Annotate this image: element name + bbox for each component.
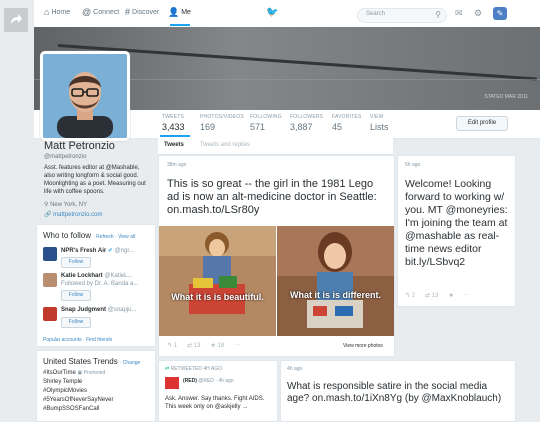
search-input[interactable]: Search ⚲ (357, 8, 447, 23)
suggestion-name[interactable]: Snap Judgment @snapju... (61, 307, 136, 313)
change-trends-link[interactable]: · Change (120, 360, 141, 366)
stat-lists[interactable]: VIEW Lists (370, 114, 389, 132)
tweet-card[interactable]: 5h ago Welcome! Looking forward to worki… (397, 155, 516, 307)
stat-following[interactable]: FOLLOWING 571 (250, 114, 282, 132)
profile-bio: Asst. features editor at @Mashable, also… (44, 165, 146, 195)
lego-ad-photo (159, 226, 276, 336)
retweeted-header: ⇄ RETWEETED 4H AGO (165, 366, 222, 372)
retweet-icon[interactable]: ⇄ 13 (425, 292, 438, 299)
who-to-follow-title: Who to follow · Refresh · View all (43, 231, 136, 240)
nav-discover[interactable]: # Discover (125, 8, 159, 17)
follow-button[interactable]: Follow (61, 317, 91, 328)
tweet-photo-right[interactable]: What it is is different. (277, 226, 394, 336)
person-icon: 👤 (168, 7, 180, 17)
top-nav: ⌂ Home @ Connect # Discover 👤 Me (34, 0, 540, 28)
search-icon[interactable]: ⚲ (435, 10, 441, 19)
compose-tweet-button[interactable]: ✎ (493, 7, 507, 20)
tweet-actions: ↰ 1 ⇄ 13 ★ 18 ··· (167, 342, 240, 349)
suggestion-name[interactable]: Katie Lockhart @KatieL... (61, 273, 132, 279)
tweet-text: Welcome! Looking forward to working w/ y… (405, 178, 508, 268)
suggestion-avatar[interactable] (43, 273, 57, 287)
suggestion-context: Followed by Dr. A. Banda a... (61, 281, 139, 287)
tweet-timestamp[interactable]: 38m ago (167, 162, 186, 168)
trend-item[interactable]: Shirley Temple (43, 379, 82, 385)
suggestion-name[interactable]: NPR's Fresh Air ✔ @ngr... (61, 247, 134, 254)
more-icon[interactable]: ··· (464, 292, 470, 299)
suggestion-item: Snap Judgment @snapju... Follow (43, 307, 151, 333)
suggestion-item: NPR's Fresh Air ✔ @ngr... Follow (43, 247, 151, 273)
trend-item[interactable]: #ItsOurTime ▣ Promoted (43, 370, 105, 376)
suggestion-item: Katie Lockhart @KatieL... Followed by Dr… (43, 273, 151, 301)
photo-caption: What it is is beautiful. (171, 292, 264, 302)
stat-followers[interactable]: FOLLOWERS 3,887 (290, 114, 323, 132)
trend-item[interactable]: #OlympicMovies (43, 388, 87, 394)
favorite-icon[interactable]: ★ 18 (210, 342, 224, 349)
tweet-card[interactable]: ⇄ RETWEETED 4H AGO (RED) @RED · 4h ago A… (158, 360, 278, 422)
refresh-view-all-links[interactable]: · Refresh · View all (93, 234, 135, 240)
photo-caption: What it is is different. (289, 290, 381, 300)
promoted-badge: ▣ Promoted (77, 370, 106, 376)
tweet-author[interactable]: (RED) @RED · 4h ago (183, 378, 234, 384)
twitter-bird-icon[interactable]: 🐦 (266, 7, 278, 18)
profile-handle: @mattpetronzio (44, 154, 87, 160)
tweet-photo-left[interactable]: What it is is beautiful. (159, 226, 276, 336)
nav-me[interactable]: 👤 Me (168, 8, 191, 17)
suggestion-avatar[interactable] (43, 247, 57, 261)
retweet-icon: ⇄ (165, 366, 170, 372)
timeline-tabs: Tweets Tweets and replies (158, 138, 393, 155)
banner-credit: STATED MAR 2011 (484, 94, 528, 100)
at-icon: @ (82, 7, 92, 17)
tweet-text: What is responsible satire in the social… (287, 381, 502, 404)
gear-icon[interactable]: ⚙ (474, 8, 482, 19)
edit-profile-button[interactable]: Edit profile (456, 116, 508, 131)
home-icon: ⌂ (44, 7, 50, 17)
profile-url[interactable]: 🔗 mattpetronzio.com (44, 211, 103, 218)
share-arrow-icon (11, 14, 22, 24)
lego-ad-recreation-photo (277, 226, 394, 336)
favorite-icon[interactable]: ★ (448, 292, 453, 299)
trends-module: United States Trends · Change #ItsOurTime… (36, 350, 156, 422)
link-icon: 🔗 (44, 212, 52, 218)
stat-active-indicator (160, 135, 190, 137)
popular-accounts-link[interactable]: Popular accounts · Find friends (43, 337, 112, 343)
nav-home[interactable]: ⌂ Home (44, 8, 70, 17)
follow-button[interactable]: Follow (61, 290, 91, 301)
tweet-timestamp[interactable]: 4h ago (287, 366, 302, 372)
retweet-icon[interactable]: ⇄ 13 (187, 342, 200, 349)
profile-location: ⚲ New York, NY (44, 202, 88, 208)
tweet-card[interactable]: 4h ago What is responsible satire in the… (280, 360, 516, 422)
tweet-text: Ask. Answer. Say thanks. Fight AIDS. Thi… (165, 396, 265, 410)
reply-icon[interactable]: ↰ 2 (405, 292, 415, 299)
trends-title: United States Trends · Change (43, 357, 141, 366)
profile-name: Matt Petronzio (44, 140, 115, 152)
verified-icon: ✔ (107, 248, 113, 254)
more-icon[interactable]: ··· (234, 342, 240, 349)
suggestion-avatar[interactable] (43, 307, 57, 321)
tab-tweets[interactable]: Tweets (164, 142, 184, 148)
location-pin-icon: ⚲ (44, 202, 49, 208)
stat-photos-videos[interactable]: PHOTOS/VIDEOS 169 (200, 114, 244, 132)
red-logo[interactable] (165, 377, 179, 389)
stat-favorites[interactable]: FAVORITES 45 (332, 114, 362, 132)
tweet-card[interactable]: 38m ago This is so great -- the girl in … (158, 155, 395, 357)
who-to-follow-module: Who to follow · Refresh · View all NPR's … (36, 224, 156, 347)
nav-active-indicator (170, 24, 190, 26)
tab-tweets-and-replies[interactable]: Tweets and replies (200, 142, 250, 148)
share-button[interactable] (4, 8, 28, 32)
trend-item[interactable]: #5YearsOfNeverSayNever (43, 397, 113, 403)
follow-button[interactable]: Follow (61, 257, 91, 268)
reply-icon[interactable]: ↰ 1 (167, 342, 177, 349)
messages-icon[interactable]: ✉ (455, 8, 463, 19)
tweet-text: This is so great -- the girl in the 1981… (167, 178, 377, 216)
tweet-actions: ↰ 2 ⇄ 13 ★ ··· (405, 292, 470, 299)
avatar[interactable] (40, 51, 130, 141)
stat-tweets[interactable]: TWEETS 3,433 (162, 114, 185, 132)
tweet-timestamp[interactable]: 5h ago (405, 162, 420, 168)
trend-item[interactable]: #BumpSSOSFanCall (43, 406, 99, 412)
nav-connect[interactable]: @ Connect (82, 8, 119, 17)
profile-photo (43, 54, 127, 138)
hashtag-icon: # (125, 7, 131, 17)
view-more-photos-link[interactable]: View more photos (343, 343, 383, 349)
